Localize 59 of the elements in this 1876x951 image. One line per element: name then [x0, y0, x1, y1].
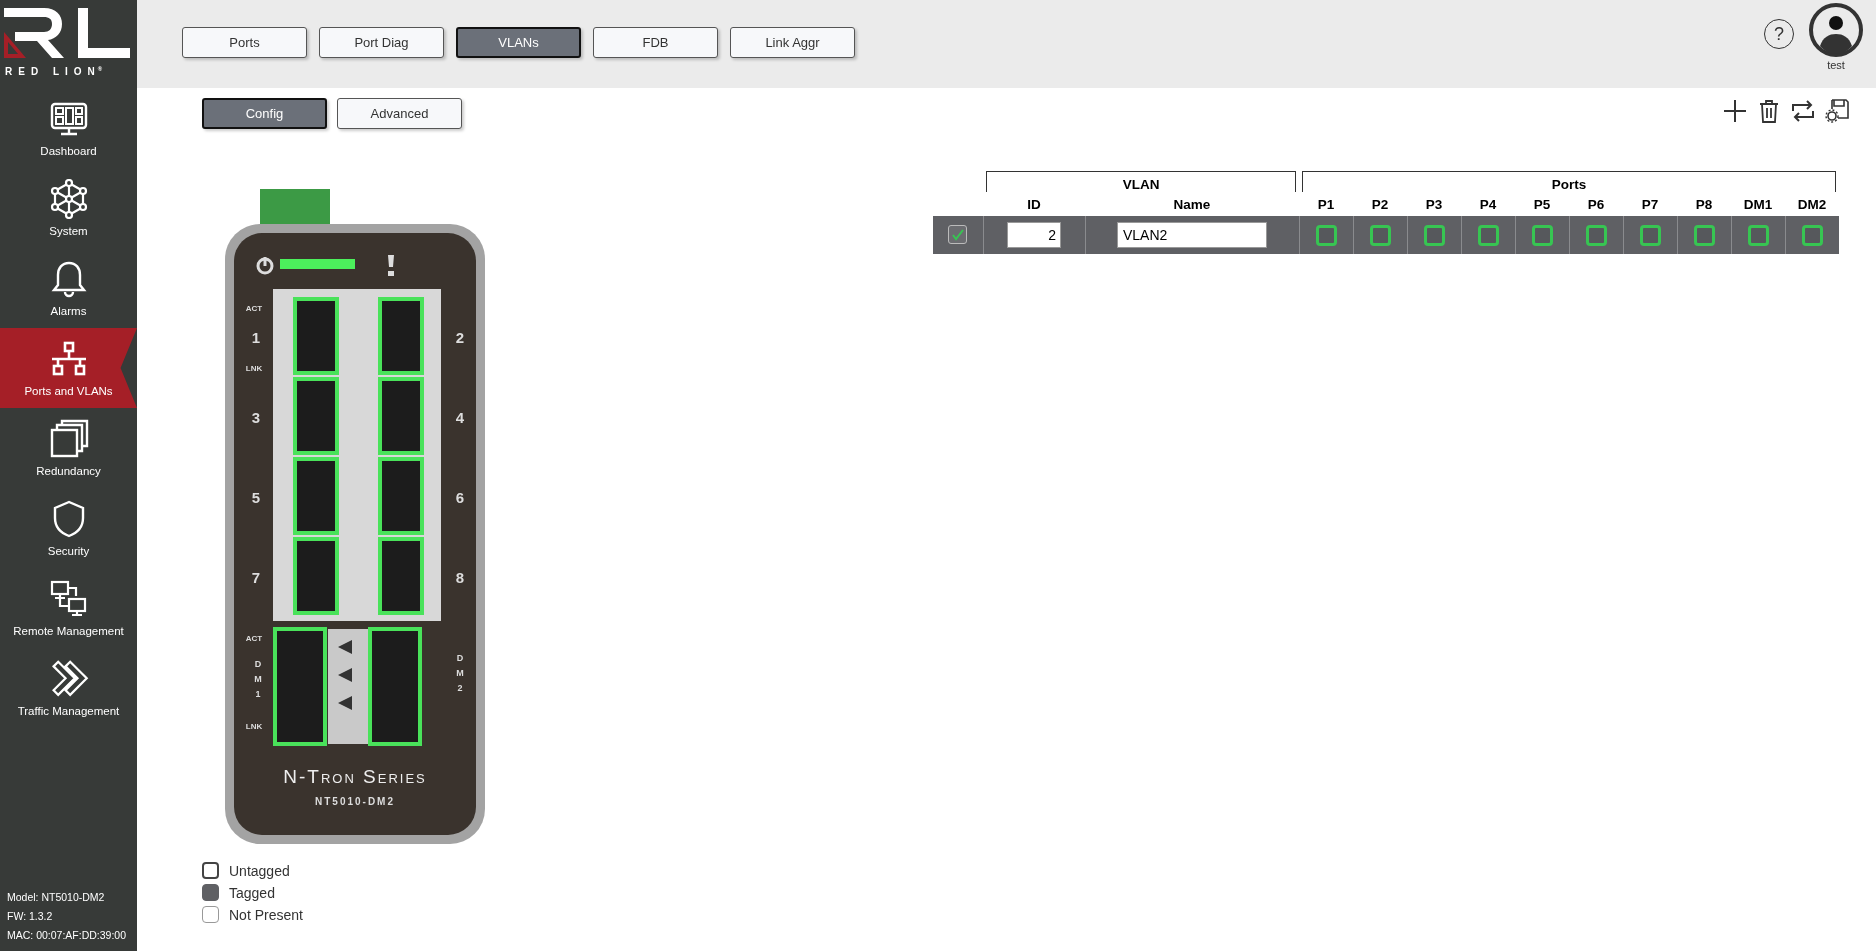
- save-settings-icon[interactable]: [1824, 98, 1850, 124]
- port-selector[interactable]: [1531, 224, 1553, 246]
- row-checkbox[interactable]: [948, 225, 968, 245]
- port-selector[interactable]: [1747, 224, 1769, 246]
- column-header: P4: [1461, 192, 1515, 216]
- sidebar-item[interactable]: Alarms: [0, 248, 137, 328]
- sidebar-item[interactable]: Security: [0, 488, 137, 568]
- column-header: P3: [1407, 192, 1461, 216]
- column-header: P6: [1569, 192, 1623, 216]
- column-header: P8: [1677, 192, 1731, 216]
- tab[interactable]: VLANs: [456, 27, 581, 58]
- legend-label: Not Present: [229, 906, 303, 923]
- device-info-text: Model: NT5010-DM2: [7, 890, 106, 905]
- port-selector[interactable]: [1315, 224, 1337, 246]
- column-header: DM2: [1785, 192, 1839, 216]
- port-selector[interactable]: [1585, 224, 1607, 246]
- sidebar-item[interactable]: Redundancy: [0, 408, 137, 488]
- column-header: Name: [1085, 192, 1299, 216]
- column-header: DM1: [1731, 192, 1785, 216]
- tab[interactable]: Ports: [182, 27, 307, 58]
- port-selector[interactable]: [1693, 224, 1715, 246]
- sidebar-item[interactable]: Traffic Management: [0, 648, 137, 728]
- port-selector[interactable]: [1639, 224, 1661, 246]
- legend-label: Tagged: [229, 884, 275, 901]
- column-header: P1: [1299, 192, 1353, 216]
- column-group-header: Ports: [1302, 171, 1836, 192]
- avatar-icon[interactable]: [1808, 2, 1864, 58]
- nav-icon: [48, 419, 89, 459]
- port-selector[interactable]: [1477, 224, 1499, 246]
- port-selector[interactable]: [1801, 224, 1823, 246]
- column-header: ID: [983, 192, 1085, 216]
- id-field[interactable]: 2: [1007, 222, 1061, 248]
- sidebar-item[interactable]: Dashboard: [0, 88, 137, 168]
- user-name: test: [1827, 59, 1845, 71]
- device-info-text: FW: 1.3.2: [7, 909, 54, 924]
- legend-swatch: [202, 884, 219, 901]
- legend-label: Untagged: [229, 862, 290, 879]
- nav-icon: [48, 579, 89, 619]
- tab[interactable]: FDB: [593, 27, 718, 58]
- column-header: P5: [1515, 192, 1569, 216]
- subtab[interactable]: Config: [202, 98, 327, 129]
- subtab[interactable]: Advanced: [337, 98, 462, 129]
- column-group-header: VLAN: [986, 171, 1296, 192]
- column-header: P7: [1623, 192, 1677, 216]
- nav-icon: [48, 179, 89, 219]
- legend-swatch: [202, 862, 219, 879]
- name-field[interactable]: VLAN2: [1117, 222, 1267, 248]
- add-icon[interactable]: [1722, 98, 1748, 124]
- legend-swatch: [202, 906, 219, 923]
- device-info-text: MAC: 00:07:AF:DD:39:00: [7, 928, 128, 943]
- sidebar-item[interactable]: System: [0, 168, 137, 248]
- tab[interactable]: Link Aggr: [730, 27, 855, 58]
- port-selector[interactable]: [1423, 224, 1445, 246]
- sidebar-item[interactable]: Remote Management: [0, 568, 137, 648]
- sidebar-item[interactable]: Ports and VLANs: [0, 328, 137, 408]
- tab[interactable]: Port Diag: [319, 27, 444, 58]
- swap-icon[interactable]: [1790, 98, 1816, 124]
- port-selector[interactable]: [1369, 224, 1391, 246]
- column-header: P2: [1353, 192, 1407, 216]
